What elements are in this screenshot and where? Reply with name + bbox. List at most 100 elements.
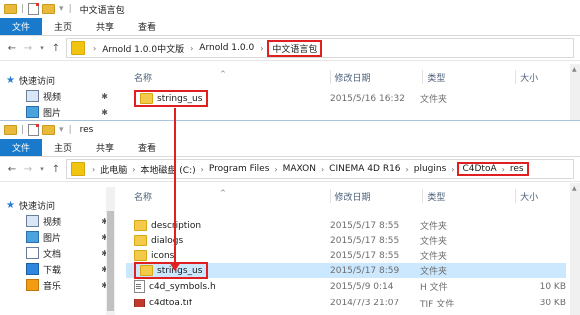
column-date[interactable]: 修改日期 [331,190,423,203]
tab-view[interactable]: 查看 [126,18,168,35]
file-size: 30 KB [539,299,566,307]
column-type[interactable]: 类型 [423,71,515,84]
file-row-selected[interactable]: strings_us 2015/5/17 8:59 文件夹 [126,262,566,279]
file-date: 2014/7/3 21:07 [330,299,400,307]
address-row: ← → ▾ ↑ › 此电脑 › 本地磁盘 (C:) › Program File… [0,157,580,182]
nav-item-downloads[interactable]: 下载 ✱ [0,261,122,277]
breadcrumb-item[interactable]: res [510,164,524,174]
nav-item-pictures[interactable]: 图片 ✱ [0,229,122,245]
ribbon-tabs: 文件 主页 共享 查看 [0,139,580,157]
forward-arrow-icon[interactable]: → [22,164,34,175]
chevron-right-icon[interactable]: › [502,165,505,174]
new-folder-icon[interactable] [42,125,56,135]
nav-scrollbar[interactable] [106,187,115,315]
breadcrumb-item[interactable]: plugins [412,163,449,175]
scroll-up-icon[interactable]: ▲ [572,185,577,192]
file-name-cell: description [126,220,330,231]
music-icon [26,279,39,291]
file-row[interactable]: description 2015/5/17 8:55 文件夹 [126,218,566,233]
customize-dropdown-icon[interactable]: ▾ [59,125,64,135]
column-type[interactable]: 类型 [423,190,515,203]
breadcrumb-item[interactable]: C4DtoA [462,164,496,174]
tab-share[interactable]: 共享 [84,139,126,156]
breadcrumb-item[interactable]: CINEMA 4D R16 [327,163,402,175]
chevron-right-icon[interactable]: › [201,165,204,174]
tif-file-icon [134,299,145,307]
chevron-right-icon[interactable]: › [132,165,135,174]
chevron-right-icon[interactable]: › [190,44,193,53]
tab-home[interactable]: 主页 [42,139,84,156]
divider: | [68,125,72,135]
folder-icon [140,265,153,276]
file-row-partial[interactable]: c4dtoa.tif 2014/7/3 21:07 TIF 文件 30 KB [126,299,566,307]
chevron-right-icon[interactable]: › [321,165,324,174]
folder-icon [71,162,85,176]
chevron-right-icon[interactable]: › [260,44,263,53]
pin-icon[interactable]: ✱ [101,92,108,101]
chevron-right-icon[interactable]: › [93,44,96,53]
tab-file[interactable]: 文件 [0,18,43,35]
window-title: 中文语言包 [79,5,125,16]
customize-dropdown-icon[interactable]: ▾ [59,4,64,14]
nav-item-label: 快速访问 [18,76,55,87]
breadcrumb-item[interactable]: Arnold 1.0.0 [197,42,256,54]
file-name: c4d_symbols.h [149,281,216,292]
tab-view[interactable]: 查看 [126,139,168,156]
nav-item-quick-access[interactable]: ★ 快速访问 [0,197,122,213]
chevron-right-icon[interactable]: › [274,165,277,174]
file-name: c4dtoa.tif [149,299,192,307]
pin-icon[interactable]: ✱ [101,108,108,117]
explorer-window-bottom: | ▾ | res 文件 主页 共享 查看 ← → ▾ ↑ › 此电脑 › 本地… [0,120,580,315]
nav-item-music[interactable]: 音乐 ✱ [0,277,122,293]
chevron-right-icon[interactable]: › [92,165,95,174]
recent-dropdown-icon[interactable]: ▾ [38,165,46,173]
file-date: 2015/5/17 8:59 [330,265,400,276]
address-bar[interactable]: › 此电脑 › 本地磁盘 (C:) › Program Files › MAXO… [66,159,574,179]
chevron-right-icon[interactable]: › [451,165,454,174]
breadcrumb-item[interactable]: Arnold 1.0.0中文版 [100,41,186,56]
tab-share[interactable]: 共享 [84,18,126,35]
properties-icon[interactable] [28,3,40,15]
tab-home[interactable]: 主页 [42,18,84,35]
properties-icon[interactable] [28,124,40,136]
scrollbar[interactable]: ▲ [570,183,580,315]
nav-item-pictures[interactable]: 图片 ✱ [0,104,122,120]
file-row[interactable]: c4d_symbols.h 2015/5/9 0:14 H 文件 10 KB [126,279,566,294]
breadcrumb-item[interactable]: 此电脑 [98,162,129,177]
recent-dropdown-icon[interactable]: ▾ [38,44,46,52]
nav-item-label: 音乐 [43,281,62,292]
back-arrow-icon[interactable]: ← [6,43,18,54]
scroll-up-icon[interactable]: ▲ [572,66,577,73]
tab-file[interactable]: 文件 [0,139,43,156]
breadcrumb-item[interactable]: 本地磁盘 (C:) [138,162,197,177]
breadcrumb-item[interactable]: Program Files [207,163,272,175]
nav-item-videos[interactable]: 视频 ✱ [0,88,122,104]
scrollbar[interactable]: ▲ [570,64,580,120]
file-name: dialogs [151,235,184,246]
up-arrow-icon[interactable]: ↑ [50,164,62,175]
file-row[interactable]: dialogs 2015/5/17 8:55 文件夹 [126,233,566,248]
file-row[interactable]: strings_us 2015/5/16 16:32 文件夹 [126,90,566,107]
file-name-cell: c4d_symbols.h [126,280,330,293]
forward-arrow-icon[interactable]: → [22,43,34,54]
new-folder-icon[interactable] [42,4,56,14]
breadcrumb-item-highlighted[interactable]: 中文语言包 [267,39,323,57]
highlighted-name: strings_us [134,90,209,107]
video-icon [26,215,39,227]
chevron-right-icon[interactable]: › [406,165,409,174]
file-row[interactable]: icons 2015/5/17 8:55 文件夹 [126,248,566,263]
breadcrumb-highlight-group: C4DtoA › res [457,162,529,176]
scrollbar-thumb[interactable] [107,211,114,311]
file-name-cell: dialogs [126,235,330,246]
header-file-icon [134,280,145,293]
nav-item-label: 视频 [43,217,62,228]
nav-item-videos[interactable]: 视频 ✱ [0,213,122,229]
nav-item-documents[interactable]: 文档 ✱ [0,245,122,261]
nav-item-label: 图片 [43,233,62,244]
up-arrow-icon[interactable]: ↑ [50,43,62,54]
back-arrow-icon[interactable]: ← [6,164,18,175]
breadcrumb-item[interactable]: MAXON [281,163,318,175]
nav-item-quick-access[interactable]: ★ 快速访问 [0,72,122,88]
address-bar[interactable]: › Arnold 1.0.0中文版 › Arnold 1.0.0 › 中文语言包 [66,38,574,58]
column-date[interactable]: 修改日期 [331,71,423,84]
